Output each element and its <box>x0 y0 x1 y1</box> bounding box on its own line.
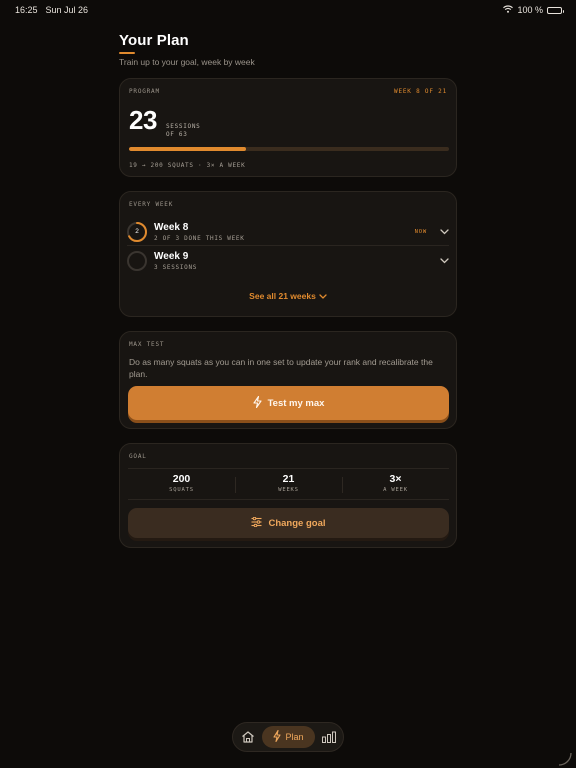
goal-stat-value: 200 <box>172 473 191 485</box>
battery-icon <box>547 6 564 14</box>
bar-chart-icon[interactable] <box>321 729 337 745</box>
program-summary: 19 → 200 SQUATS · 3× A WEEK <box>129 162 246 169</box>
page-header: Your Plan Train up to your goal, week by… <box>119 32 255 67</box>
status-date: Sun Jul 26 <box>45 5 89 15</box>
max-test-card: MAX TEST Do as many squats as you can in… <box>119 331 457 429</box>
goal-stat-squats: 200 SQUATS <box>128 469 235 499</box>
corner-gesture-indicator <box>558 752 572 766</box>
weeks-label: EVERY WEEK <box>129 201 174 208</box>
see-all-label: See all 21 weeks <box>249 291 316 301</box>
test-my-max-label: Test my max <box>267 397 325 409</box>
week-subtitle: 2 OF 3 DONE THIS WEEK <box>154 234 245 242</box>
goal-stat-frequency: 3× A WEEK <box>342 469 449 499</box>
chevron-down-icon <box>319 291 327 301</box>
week-row-8[interactable]: 2 Week 8 2 OF 3 DONE THIS WEEK NOW <box>127 218 449 246</box>
bolt-icon <box>273 729 282 744</box>
max-test-description: Do as many squats as you can in one set … <box>129 357 433 379</box>
program-progress-fill <box>129 147 246 151</box>
see-all-weeks-link[interactable]: See all 21 weeks <box>120 291 456 301</box>
change-goal-button[interactable]: Change goal <box>128 508 449 538</box>
goal-stat-value: 3× <box>389 473 402 485</box>
goal-stat-weeks: 21 WEEKS <box>235 469 342 499</box>
week-progress-badge: WEEK 8 OF 21 <box>394 88 447 95</box>
sessions-done-count: 23 <box>129 105 157 135</box>
goal-stat-unit: WEEKS <box>278 487 299 493</box>
tab-plan[interactable]: Plan <box>262 726 315 748</box>
chevron-down-icon[interactable] <box>439 256 449 266</box>
program-label: PROGRAM <box>129 88 160 95</box>
week-progress-ring <box>127 251 147 271</box>
wifi-icon <box>503 5 514 15</box>
title-underline <box>119 52 135 54</box>
week-title: Week 8 <box>154 221 189 233</box>
weeks-card: EVERY WEEK 2 Week 8 2 OF 3 DONE THIS WEE… <box>119 191 457 317</box>
goal-stat-unit: SQUATS <box>169 487 194 493</box>
bolt-icon <box>253 395 262 411</box>
sessions-total-label: SESSIONS OF 63 <box>166 123 201 138</box>
week-ring-value: 2 <box>135 228 139 235</box>
battery-percent: 100 % <box>517 5 543 15</box>
tab-plan-label: Plan <box>285 732 304 742</box>
change-goal-label: Change goal <box>268 517 326 529</box>
goal-card: GOAL 200 SQUATS 21 WEEKS 3× A WEEK Chang… <box>119 443 457 548</box>
goal-stats: 200 SQUATS 21 WEEKS 3× A WEEK <box>128 468 449 500</box>
test-my-max-button[interactable]: Test my max <box>128 386 449 420</box>
week-title: Week 9 <box>154 251 189 262</box>
goal-stat-value: 21 <box>282 473 295 485</box>
sliders-icon <box>251 516 262 530</box>
bottom-tab-bar: Plan <box>232 722 344 752</box>
week-progress-ring: 2 <box>127 221 147 242</box>
max-test-label: MAX TEST <box>129 341 165 348</box>
now-badge: NOW <box>414 228 427 235</box>
page-subtitle: Train up to your goal, week by week <box>119 57 255 67</box>
week-row-9[interactable]: Week 9 3 SESSIONS <box>127 247 449 275</box>
chevron-down-icon[interactable] <box>439 227 449 237</box>
week-subtitle: 3 SESSIONS <box>154 264 198 271</box>
status-time: 16:25 <box>15 5 38 15</box>
page-title: Your Plan <box>119 32 189 49</box>
status-bar: 16:25 Sun Jul 26 100 % <box>0 0 576 20</box>
home-icon[interactable] <box>240 729 256 745</box>
goal-label: GOAL <box>129 453 147 460</box>
program-card: PROGRAM WEEK 8 OF 21 23 SESSIONS OF 63 1… <box>119 78 457 177</box>
goal-stat-unit: A WEEK <box>383 487 408 493</box>
program-progress-bar <box>129 147 449 151</box>
